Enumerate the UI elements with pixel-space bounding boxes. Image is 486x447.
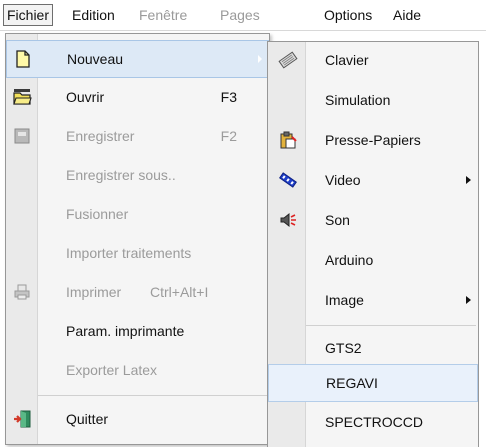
submenu-item-presse-papiers[interactable]: Presse-Papiers	[268, 122, 478, 160]
nouveau-submenu: Clavier Simulation Presse-Papiers Video …	[267, 41, 479, 447]
submenu-item-spectroccd[interactable]: SPECTROCCD	[268, 404, 478, 442]
menu-options[interactable]: Options	[324, 6, 372, 24]
menu-item-shortcut: F3	[220, 89, 237, 105]
submenu-item-arduino[interactable]: Arduino	[268, 242, 478, 280]
menu-item-param-imprimante[interactable]: Param. imprimante	[6, 313, 269, 351]
submenu-arrow-icon	[466, 176, 471, 184]
submenu-item-gts2[interactable]: GTS2	[268, 330, 478, 368]
video-icon	[278, 170, 298, 190]
submenu-item-label: GTS2	[325, 340, 362, 356]
keyboard-icon	[278, 50, 298, 70]
submenu-arrow-icon	[466, 296, 471, 304]
menu-item-label: Enregistrer	[66, 128, 135, 144]
submenu-item-label: Simulation	[325, 92, 391, 108]
sound-icon	[278, 210, 298, 230]
menu-fenetre[interactable]: Fenêtre	[139, 6, 187, 24]
menu-item-imprimer[interactable]: Imprimer Ctrl+Alt+I	[6, 274, 269, 312]
new-document-icon	[13, 49, 33, 69]
fichier-dropdown: Nouveau Ouvrir F3 Enregistrer F2 Enregis…	[5, 33, 270, 445]
menu-item-quitter[interactable]: Quitter	[6, 401, 269, 439]
submenu-arrow-icon	[258, 55, 262, 63]
submenu-item-label: Video	[325, 172, 361, 188]
save-icon	[12, 126, 32, 146]
menu-fichier[interactable]: Fichier	[3, 4, 54, 26]
submenu-item-simulation[interactable]: Simulation	[268, 82, 478, 120]
menu-item-label: Quitter	[66, 411, 109, 427]
submenu-item-video[interactable]: Video	[268, 162, 478, 200]
menu-item-shortcut: F2	[220, 128, 237, 144]
clipboard-icon	[278, 130, 298, 150]
menu-item-enregistrer-sous[interactable]: Enregistrer sous..	[6, 157, 269, 195]
menu-item-label: Fusionner	[66, 206, 129, 222]
menu-item-fusionner[interactable]: Fusionner	[6, 196, 269, 234]
submenu-separator	[306, 325, 476, 326]
menu-pages[interactable]: Pages	[220, 6, 260, 24]
menu-item-nouveau[interactable]: Nouveau	[6, 40, 269, 78]
menu-item-enregistrer[interactable]: Enregistrer F2	[6, 118, 269, 156]
submenu-item-regavi[interactable]: REGAVI	[268, 364, 478, 402]
submenu-item-label: SPECTROCCD	[325, 414, 424, 430]
menu-item-shortcut: Ctrl+Alt+I	[150, 284, 209, 300]
menu-item-exporter-latex[interactable]: Exporter Latex	[6, 352, 269, 390]
menu-item-label: Imprimer	[66, 284, 122, 300]
exit-door-icon	[12, 409, 32, 429]
menu-item-label: Enregistrer sous..	[66, 167, 176, 183]
submenu-item-label: REGAVI	[326, 375, 378, 391]
menu-bar: Fichier Edition Fenêtre Pages Options Ai…	[0, 0, 486, 31]
open-folder-icon	[12, 87, 32, 107]
menu-item-label: Nouveau	[67, 51, 124, 67]
submenu-item-label: Arduino	[325, 252, 374, 268]
menu-item-ouvrir[interactable]: Ouvrir F3	[6, 79, 269, 117]
submenu-item-clavier[interactable]: Clavier	[268, 42, 478, 80]
menu-separator	[38, 395, 267, 396]
menu-item-label: Exporter Latex	[66, 362, 158, 378]
printer-icon	[12, 282, 32, 302]
menu-aide[interactable]: Aide	[393, 6, 421, 24]
submenu-item-label: Son	[325, 212, 350, 228]
menu-item-label: Ouvrir	[66, 89, 105, 105]
submenu-item-label: Image	[325, 292, 364, 308]
menu-item-label: Importer traitements	[66, 245, 192, 261]
submenu-item-image[interactable]: Image	[268, 282, 478, 320]
submenu-item-label: Clavier	[325, 52, 369, 68]
menu-item-label: Param. imprimante	[66, 323, 185, 339]
submenu-item-label: Presse-Papiers	[325, 132, 421, 148]
submenu-item-son[interactable]: Son	[268, 202, 478, 240]
menu-item-importer-traitements[interactable]: Importer traitements	[6, 235, 269, 273]
menu-edition[interactable]: Edition	[72, 6, 115, 24]
